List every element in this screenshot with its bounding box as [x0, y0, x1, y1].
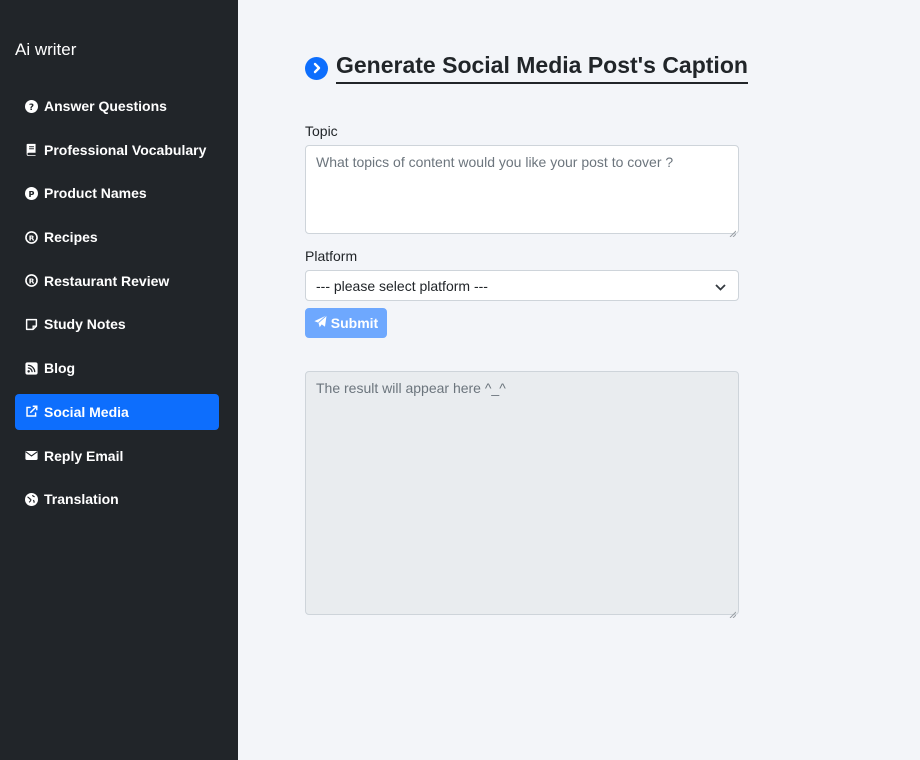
- svg-text:P: P: [29, 189, 35, 199]
- sidebar-item-label: Blog: [44, 360, 76, 377]
- sidebar: Ai writer ? Answer Questions Professiona…: [0, 0, 238, 760]
- sidebar-item-translation[interactable]: Translation: [15, 481, 219, 517]
- sidebar-item-label: Professional Vocabulary: [44, 141, 207, 158]
- result-placeholder: The result will appear here ^_^: [316, 380, 506, 396]
- submit-button[interactable]: Submit: [305, 308, 387, 338]
- sidebar-item-label: Study Notes: [44, 316, 126, 333]
- sidebar-item-product-names[interactable]: P Product Names: [15, 175, 219, 211]
- sidebar-item-blog[interactable]: Blog: [15, 350, 219, 386]
- globe-icon: [25, 492, 38, 506]
- platform-label: Platform: [305, 248, 358, 264]
- sidebar-item-label: Recipes: [44, 229, 98, 246]
- registered-icon: R: [25, 230, 38, 244]
- paper-plane-icon: [314, 315, 331, 331]
- sidebar-nav: ? Answer Questions Professional Vocabula…: [15, 88, 219, 525]
- sidebar-item-label: Answer Questions: [44, 98, 167, 114]
- registered-icon: R: [25, 274, 38, 288]
- sidebar-item-label: Social Media: [44, 403, 129, 420]
- chevron-circle-right-icon: [305, 56, 328, 80]
- sidebar-item-restaurant-review[interactable]: R Restaurant Review: [15, 263, 219, 299]
- svg-text:?: ?: [29, 102, 34, 112]
- resize-grip-icon[interactable]: [729, 224, 737, 238]
- sidebar-item-social-media[interactable]: Social Media: [15, 393, 219, 430]
- sidebar-item-study-notes[interactable]: Study Notes: [15, 306, 219, 342]
- book-icon: [25, 143, 38, 157]
- page-heading: Generate Social Media Post's Caption: [305, 52, 748, 84]
- sidebar-item-label: Restaurant Review: [44, 272, 170, 289]
- result-textarea[interactable]: The result will appear here ^_^: [305, 371, 739, 619]
- rss-icon: [25, 362, 38, 375]
- svg-text:R: R: [29, 233, 35, 242]
- svg-text:R: R: [29, 277, 35, 286]
- share-square-icon: [25, 405, 38, 418]
- sidebar-item-recipes[interactable]: R Recipes: [15, 219, 219, 255]
- page-title: Generate Social Media Post's Caption: [336, 52, 748, 84]
- sticky-note-icon: [25, 318, 38, 331]
- brand-title: Ai writer: [15, 40, 77, 59]
- resize-grip-icon[interactable]: [729, 605, 737, 619]
- chevron-down-icon: [715, 278, 726, 294]
- sidebar-item-label: Translation: [44, 491, 119, 508]
- sidebar-item-reply-email[interactable]: Reply Email: [15, 438, 219, 474]
- topic-placeholder: What topics of content would you like yo…: [316, 154, 674, 170]
- topic-label: Topic: [305, 123, 338, 139]
- sidebar-item-label: Reply Email: [44, 447, 124, 464]
- sidebar-item-answer-questions[interactable]: ? Answer Questions: [15, 88, 219, 124]
- platform-select[interactable]: --- please select platform ---: [305, 270, 739, 301]
- sidebar-item-label: Product Names: [44, 185, 147, 202]
- question-circle-icon: ?: [25, 99, 38, 113]
- submit-label: Submit: [330, 315, 379, 331]
- platform-select-value: --- please select platform ---: [316, 277, 488, 294]
- p-circle-icon: P: [25, 186, 38, 200]
- topic-textarea[interactable]: What topics of content would you like yo…: [305, 145, 739, 238]
- envelope-icon: [25, 449, 38, 462]
- sidebar-item-professional-vocabulary[interactable]: Professional Vocabulary: [15, 132, 219, 168]
